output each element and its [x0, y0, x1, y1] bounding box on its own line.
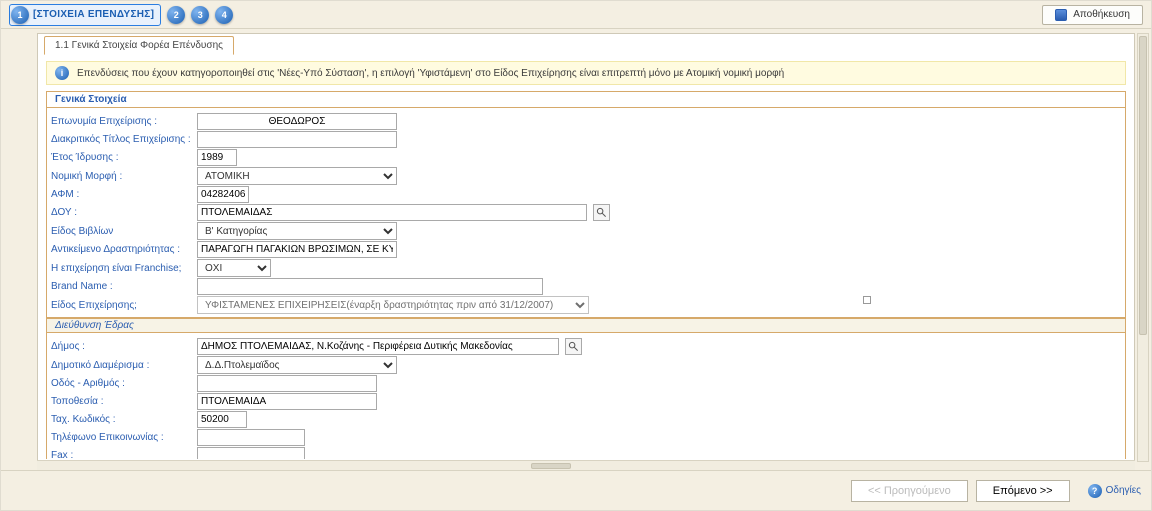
save-icon — [1055, 9, 1067, 21]
section-general-header: Γενικά Στοιχεία — [46, 91, 1126, 108]
subsection-tab[interactable]: 1.1 Γενικά Στοιχεία Φορέα Επένδυσης — [44, 36, 234, 55]
label-topo: Τοποθεσία : — [51, 396, 191, 407]
input-tk[interactable] — [197, 411, 247, 428]
input-fax[interactable] — [197, 447, 305, 459]
input-etos[interactable] — [197, 149, 237, 166]
input-brand[interactable] — [197, 278, 543, 295]
label-diakritikos: Διακριτικός Τίτλος Επιχείρισης : — [51, 134, 191, 145]
info-banner: i Επενδύσεις που έχουν κατηγοροποιηθεί σ… — [46, 61, 1126, 85]
label-etos: Έτος Ίδρυσης : — [51, 152, 191, 163]
select-franchise[interactable]: ΟΧΙ — [197, 259, 271, 277]
select-eidos: ΥΦΙΣΤΑΜΕΝΕΣ ΕΠΙΧΕΙΡΗΣΕΙΣ(έναρξη δραστηρι… — [197, 296, 589, 314]
general-fields: Επωνυμία Επιχείρισης : Διακριτικός Τίτλο… — [46, 108, 1126, 318]
select-dd[interactable]: Δ.Δ.Πτολεμαϊδος — [197, 356, 397, 374]
help-label: Οδηγίες — [1106, 485, 1141, 496]
input-topo[interactable] — [197, 393, 377, 410]
info-icon: i — [55, 66, 69, 80]
label-eidos: Είδος Επιχείρησης; — [51, 300, 191, 311]
input-diakritikos[interactable] — [197, 131, 397, 148]
input-tel[interactable] — [197, 429, 305, 446]
label-dd: Δημοτικό Διαμέρισμα : — [51, 360, 191, 371]
step-2[interactable]: 2 — [167, 6, 185, 24]
left-margin — [1, 29, 31, 470]
input-antikeimeno[interactable] — [197, 241, 397, 258]
next-button[interactable]: Επόμενο >> — [976, 480, 1070, 502]
label-dimos: Δήμος : — [51, 341, 191, 352]
input-afm[interactable] — [197, 186, 249, 203]
label-brand: Brand Name : — [51, 281, 191, 292]
label-afm: ΑΦΜ : — [51, 189, 191, 200]
label-tk: Ταχ. Κωδικός : — [51, 414, 191, 425]
label-fax: Fax : — [51, 450, 191, 459]
help-link[interactable]: ? Οδηγίες — [1088, 484, 1141, 498]
step-toolbar: 1 [ΣΤΟΙΧΕΙΑ ΕΠΕΝΔΥΣΗΣ] 2 3 4 Αποθήκευση — [1, 1, 1151, 29]
save-button[interactable]: Αποθήκευση — [1042, 5, 1143, 25]
footer-bar: << Προηγούμενο Επόμενο >> ? Οδηγίες — [1, 470, 1151, 510]
section-address-header: Διεύθυνση Έδρας — [46, 318, 1126, 333]
label-nomiki: Νομική Μορφή : — [51, 171, 191, 182]
save-button-label: Αποθήκευση — [1073, 9, 1130, 20]
label-biblia: Είδος Βιβλίων — [51, 226, 191, 237]
input-odos[interactable] — [197, 375, 377, 392]
step-4[interactable]: 4 — [215, 6, 233, 24]
input-dimos[interactable] — [197, 338, 559, 355]
info-text: Επενδύσεις που έχουν κατηγοροποιηθεί στι… — [77, 68, 784, 79]
select-biblia[interactable]: Β' Κατηγορίας — [197, 222, 397, 240]
step-1-label: [ΣΤΟΙΧΕΙΑ ΕΠΕΝΔΥΣΗΣ] — [33, 9, 154, 20]
label-franchise: Η επιχείρηση είναι Franchise; — [51, 263, 191, 274]
select-nomiki[interactable]: ΑΤΟΜΙΚΗ — [197, 167, 397, 185]
prev-button: << Προηγούμενο — [851, 480, 968, 502]
step-1-active[interactable]: 1 [ΣΤΟΙΧΕΙΑ ΕΠΕΝΔΥΣΗΣ] — [9, 4, 161, 26]
label-odos: Οδός - Αριθμός : — [51, 378, 191, 389]
scroll-area[interactable]: 1.1 Γενικά Στοιχεία Φορέα Επένδυσης i Επ… — [40, 36, 1132, 459]
input-doy[interactable] — [197, 204, 587, 221]
main-panel: 1.1 Γενικά Στοιχεία Φορέα Επένδυσης i Επ… — [37, 33, 1135, 462]
address-fields: Δήμος : Δημοτικό Διαμέρισμα : Δ.Δ.Πτολεμ… — [46, 333, 1126, 459]
horizontal-scrollbar-thumb[interactable] — [531, 463, 571, 469]
help-icon: ? — [1088, 484, 1102, 498]
label-doy: ΔΟΥ : — [51, 207, 191, 218]
label-eponymia: Επωνυμία Επιχείρισης : — [51, 116, 191, 127]
step-3[interactable]: 3 — [191, 6, 209, 24]
label-tel: Τηλέφωνο Επικοινωνίας : — [51, 432, 191, 443]
search-icon — [596, 207, 607, 218]
label-antikeimeno: Αντικείμενο Δραστηριότητας : — [51, 244, 191, 255]
vertical-scrollbar-thumb[interactable] — [1139, 36, 1147, 335]
doy-lookup-button[interactable] — [593, 204, 610, 221]
input-eponymia[interactable] — [197, 113, 397, 130]
dimos-lookup-button[interactable] — [565, 338, 582, 355]
decorative-square — [863, 296, 871, 304]
search-icon — [568, 341, 579, 352]
horizontal-scrollbar[interactable] — [37, 460, 1135, 470]
vertical-scrollbar[interactable] — [1137, 33, 1149, 462]
step-1-badge: 1 — [11, 6, 29, 24]
app-window: 1 [ΣΤΟΙΧΕΙΑ ΕΠΕΝΔΥΣΗΣ] 2 3 4 Αποθήκευση … — [0, 0, 1152, 511]
